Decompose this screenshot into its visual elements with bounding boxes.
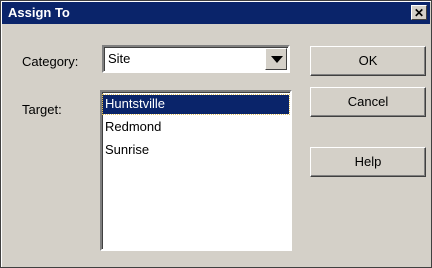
close-icon: ✕ <box>413 6 425 20</box>
list-item-label: Huntstville <box>105 96 165 111</box>
list-item-label: Sunrise <box>105 142 150 157</box>
assign-to-dialog: Assign To ✕ Category: Site Target: Hunts… <box>0 0 432 268</box>
help-button[interactable]: Help <box>310 147 426 177</box>
category-label: Category: <box>22 54 79 69</box>
title-bar[interactable]: Assign To ✕ <box>2 2 430 24</box>
close-button[interactable]: ✕ <box>411 5 427 20</box>
list-item-huntstville[interactable]: Huntstville <box>102 94 290 115</box>
list-item-redmond[interactable]: Redmond <box>103 118 289 137</box>
chevron-down-icon <box>271 56 283 63</box>
dialog-title: Assign To <box>8 5 70 20</box>
list-item-sunrise[interactable]: Sunrise <box>103 141 289 160</box>
category-selected-value: Site <box>108 51 131 66</box>
cancel-button[interactable]: Cancel <box>310 87 426 117</box>
target-label: Target: <box>22 102 62 117</box>
ok-button[interactable]: OK <box>310 46 426 76</box>
category-dropdown[interactable]: Site <box>102 45 290 73</box>
list-item-label: Redmond <box>105 119 162 134</box>
dropdown-toggle-button[interactable] <box>265 48 287 70</box>
target-listbox[interactable]: Huntstville Redmond Sunrise <box>100 90 292 251</box>
